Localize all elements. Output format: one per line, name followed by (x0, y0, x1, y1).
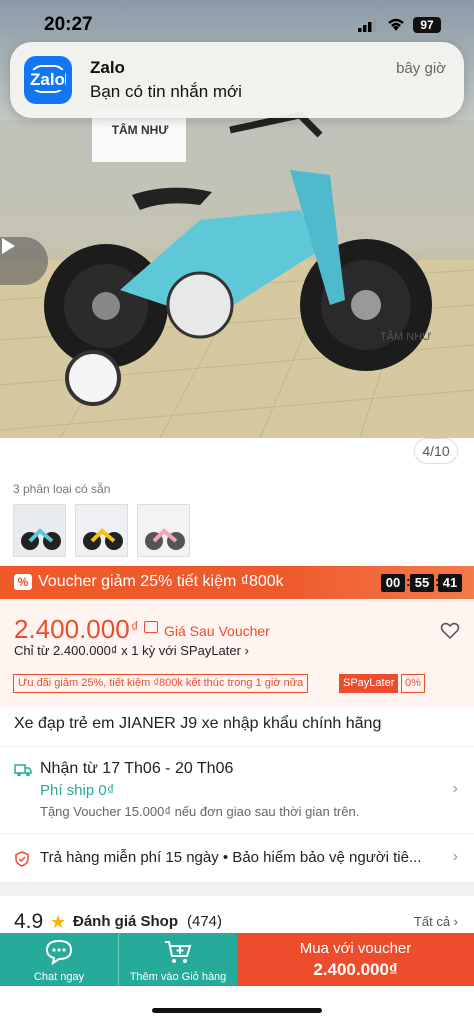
buy-with-voucher-button[interactable]: Mua với voucher 2.400.000₫ (237, 933, 474, 986)
timer-minutes: 55 (410, 574, 434, 592)
home-indicator[interactable] (152, 1008, 322, 1013)
product-title: Xe đạp trẻ em JIANER J9 xe nhập khẩu chí… (14, 715, 382, 732)
section-separator (0, 882, 474, 896)
play-icon (2, 238, 15, 254)
shield-check-icon (15, 851, 29, 867)
truck-icon (14, 764, 32, 777)
star-icon: ★ (50, 912, 67, 932)
svg-text:TÂM NHƯ: TÂM NHƯ (112, 122, 169, 137)
variant-thumbnail-pink[interactable] (137, 504, 190, 557)
bottom-action-bar: Chat ngay Thêm vào Giỏ hàng Mua với vouc… (0, 933, 474, 986)
divider (0, 746, 474, 747)
percent-icon: % (14, 574, 32, 590)
play-video-button[interactable] (0, 237, 48, 285)
spaylater-badge: SPayLater (339, 674, 399, 693)
shipping-fee: Phí ship 0₫ (40, 782, 115, 799)
timer-hours: 00 (381, 574, 405, 592)
add-to-cart-label: Thêm vào Giỏ hàng (129, 971, 227, 983)
chat-icon (45, 939, 73, 965)
promo-countdown-text: Ưu đãi giảm 25%, tiết kiệm ₫800k kết thú… (13, 674, 309, 693)
cart-add-icon (165, 941, 192, 963)
zalo-notification[interactable]: Zalo Zalo Bạn có tin nhắn mới bây giờ (10, 42, 464, 118)
status-time: 20:27 (44, 14, 93, 35)
buy-price: 2.400.000₫ (313, 960, 398, 979)
notification-app-name: Zalo (90, 58, 125, 77)
variant-thumbnail-yellow[interactable] (75, 504, 128, 557)
chevron-right-icon[interactable]: › (453, 780, 458, 798)
status-bar: 20:27 97 (0, 0, 474, 40)
add-to-cart-button[interactable]: Thêm vào Giỏ hàng (118, 933, 237, 986)
voucher-banner-text: Voucher giảm 25% tiết kiệm ₫800k (38, 573, 284, 590)
price-block: 2.400.000 ₫ Giá Sau Voucher Chỉ từ 2.400… (0, 599, 474, 707)
chevron-right-icon[interactable]: › (453, 848, 458, 866)
price-after-voucher-label: Giá Sau Voucher (164, 623, 270, 639)
divider (0, 833, 474, 834)
price-value: 2.400.000 (14, 614, 130, 644)
timer-seconds: 41 (438, 574, 462, 592)
chat-now-button[interactable]: Chat ngay (0, 933, 118, 986)
cellular-signal-icon (358, 18, 377, 32)
shipping-voucher-note: Tặng Voucher 15.000₫ nếu đơn giao sau th… (40, 804, 360, 819)
spaylater-percent-badge: 0% (401, 674, 425, 693)
shipping-date[interactable]: Nhận từ 17 Th06 - 20 Th06 (40, 760, 233, 778)
voucher-tag-icon (144, 621, 158, 633)
buy-with-voucher-label: Mua với voucher (299, 940, 412, 957)
wifi-icon (388, 18, 404, 31)
price-currency: ₫ (131, 619, 139, 636)
zalo-app-icon: Zalo (24, 56, 72, 104)
spaylater-installment-link[interactable]: Chỉ từ 2.400.000₫ x 1 kỳ với SPayLater › (14, 643, 249, 658)
see-all-link[interactable]: Tất cả › (414, 914, 458, 929)
rating-score: 4.9 (14, 910, 44, 933)
image-counter: 4/10 (414, 438, 458, 464)
variant-thumbnail-blue[interactable] (13, 504, 66, 557)
battery-indicator: 97 (413, 17, 441, 33)
product-page: TÂM NHƯ TÂM NHƯ 4/10 20:27 97 Zalo Zalo … (0, 0, 474, 1024)
chat-now-label: Chat ngay (33, 971, 85, 983)
rating-label: Đánh giá Shop (73, 913, 178, 930)
voucher-banner[interactable]: % Voucher giảm 25% tiết kiệm ₫800k 00 : … (0, 566, 474, 599)
svg-text:TÂM NHƯ: TÂM NHƯ (380, 330, 432, 343)
rating-count: (474) (187, 913, 223, 930)
heart-icon[interactable] (440, 621, 460, 641)
notification-time: bây giờ (396, 60, 446, 77)
notification-message: Bạn có tin nhắn mới (90, 82, 242, 101)
return-policy-text[interactable]: Trả hàng miễn phí 15 ngày • Bảo hiểm bảo… (40, 849, 450, 866)
variants-label: 3 phân loại có sẵn (13, 482, 111, 496)
